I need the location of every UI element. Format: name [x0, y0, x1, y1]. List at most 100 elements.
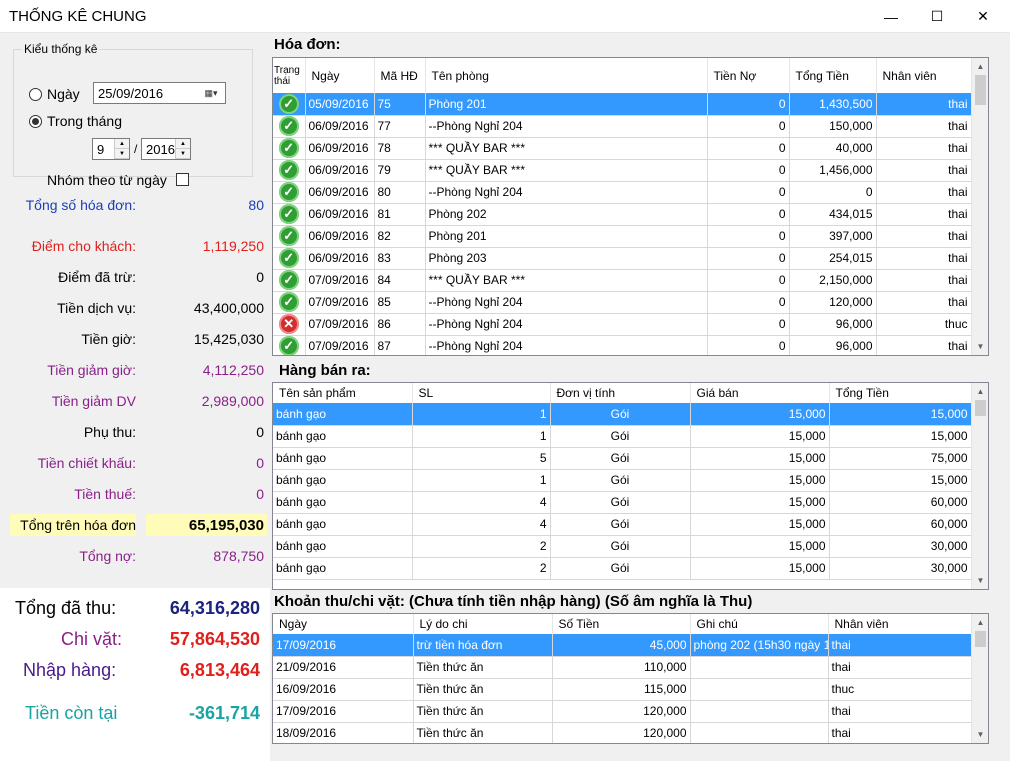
product-row[interactable]: bánh gạo 2 Gói 15,000 30,000 — [273, 535, 972, 558]
invoice-total-cell: 0 — [789, 181, 877, 204]
product-column-header[interactable]: Giá bán — [690, 383, 830, 403]
close-button[interactable]: ✕ — [960, 0, 1006, 33]
scroll-thumb[interactable] — [975, 75, 986, 105]
expense-date-cell: 17/09/2016 — [273, 634, 414, 657]
stat-label: Tổng số hóa đơn: — [25, 197, 136, 213]
invoice-room-cell: --Phòng Nghỉ 204 — [425, 313, 708, 336]
invoice-status-cell: ✓ — [273, 137, 306, 160]
check-circle-icon: ✓ — [278, 248, 299, 268]
scroll-thumb[interactable] — [975, 400, 986, 416]
product-column-header[interactable]: SL — [412, 383, 551, 403]
invoice-row[interactable]: ✓ 06/09/2016 80 --Phòng Nghỉ 204 0 0 thai — [273, 181, 972, 204]
product-row[interactable]: bánh gạo 1 Gói 15,000 15,000 — [273, 403, 972, 426]
invoice-row[interactable]: ✓ 07/09/2016 87 --Phòng Nghỉ 204 0 96,000 thai — [273, 335, 972, 355]
product-row[interactable]: bánh gạo 1 Gói 15,000 15,000 — [273, 425, 972, 448]
invoice-status-cell: ✓ — [273, 269, 306, 292]
product-row[interactable]: bánh gạo 5 Gói 15,000 75,000 — [273, 447, 972, 470]
invoice-column-header[interactable]: Mã HĐ — [374, 58, 426, 93]
stat-label: Tiền dịch vụ: — [57, 300, 136, 316]
invoice-row[interactable]: ✓ 07/09/2016 85 --Phòng Nghỉ 204 0 120,000 tha… — [273, 291, 972, 314]
expense-column-header[interactable]: Lý do chi — [413, 614, 553, 634]
invoice-row[interactable]: ✕ 07/09/2016 86 --Phòng Nghỉ 204 0 96,000 thuc — [273, 313, 972, 336]
product-qty-cell: 4 — [412, 491, 551, 514]
product-row[interactable]: bánh gạo 2 Gói 15,000 30,000 — [273, 557, 972, 580]
invoice-column-header[interactable]: Nhân viên — [876, 58, 972, 93]
expenses-scrollbar[interactable]: ▲ ▼ — [971, 614, 988, 743]
invoice-id-cell: 81 — [374, 203, 426, 226]
group-by-day-checkbox[interactable] — [176, 173, 189, 186]
expense-reason-cell: Tiền thức ăn — [413, 656, 553, 679]
invoice-row[interactable]: ✓ 06/09/2016 78 *** QUẦY BAR *** 0 40,000 thai — [273, 137, 972, 160]
product-column-header[interactable]: Đơn vị tính — [550, 383, 691, 403]
expense-amount-cell: 120,000 — [552, 700, 691, 723]
expense-row[interactable]: 16/09/2016 Tiền thức ăn 115,000 thuc — [273, 678, 972, 701]
invoice-row[interactable]: ✓ 05/09/2016 75 Phòng 201 0 1,430,500 thai — [273, 93, 972, 116]
invoice-row[interactable]: ✓ 06/09/2016 82 Phòng 201 0 397,000 thai — [273, 225, 972, 248]
invoice-column-header[interactable]: Tổng Tiền — [789, 58, 877, 93]
year-spinner[interactable]: 2016 ▲ ▼ — [141, 138, 191, 160]
expense-column-header[interactable]: Ngày — [273, 614, 414, 634]
product-row[interactable]: bánh gạo 4 Gói 15,000 60,000 — [273, 513, 972, 536]
stat-label: Tiền giảm giờ: — [47, 362, 136, 378]
product-unit-cell: Gói — [550, 557, 691, 580]
day-radio[interactable] — [29, 88, 42, 101]
month-spinner-arrows[interactable]: ▲ ▼ — [114, 139, 129, 159]
product-column-header[interactable]: Tổng Tiền — [829, 383, 972, 403]
product-row[interactable]: bánh gạo 1 Gói 15,000 15,000 — [273, 469, 972, 492]
invoice-row[interactable]: ✓ 06/09/2016 83 Phòng 203 0 254,015 thai — [273, 247, 972, 270]
scroll-down-icon[interactable]: ▼ — [972, 338, 988, 355]
scroll-up-icon[interactable]: ▲ — [972, 614, 988, 631]
expense-row[interactable]: 17/09/2016 Tiền thức ăn 120,000 thai — [273, 700, 972, 723]
month-spinner[interactable]: 9 ▲ ▼ — [92, 138, 130, 160]
expense-column-header[interactable]: Số Tiền — [552, 614, 691, 634]
expense-row[interactable]: 18/09/2016 Tiền thức ăn 120,000 thai — [273, 722, 972, 743]
expense-staff-cell: thai — [828, 722, 972, 743]
invoices-scrollbar[interactable]: ▲ ▼ — [971, 58, 988, 355]
day-date-picker[interactable]: 25/09/2016 ▦▾ — [93, 82, 226, 104]
stat-value: 878,750 — [213, 548, 264, 564]
expense-reason-cell: Tiền thức ăn — [413, 722, 553, 743]
expense-row[interactable]: 21/09/2016 Tiền thức ăn 110,000 thai — [273, 656, 972, 679]
invoice-row[interactable]: ✓ 06/09/2016 77 --Phòng Nghỉ 204 0 150,000 tha… — [273, 115, 972, 138]
invoice-total-cell: 40,000 — [789, 137, 877, 160]
invoice-date-cell: 07/09/2016 — [305, 291, 375, 314]
products-grid[interactable]: Tên sản phẩm SL Đơn vị tính Giá bán Tổng Tiề… — [272, 382, 989, 590]
product-row[interactable]: bánh gạo 4 Gói 15,000 60,000 — [273, 491, 972, 514]
invoice-room-cell: --Phòng Nghỉ 204 — [425, 291, 708, 314]
invoice-column-header[interactable]: Tên phòng — [425, 58, 708, 93]
year-spinner-arrows[interactable]: ▲ ▼ — [175, 139, 190, 159]
product-column-header[interactable]: Tên sản phẩm — [273, 383, 413, 403]
maximize-button[interactable]: ☐ — [914, 0, 960, 33]
invoice-total-cell: 254,015 — [789, 247, 877, 270]
calendar-dropdown-icon[interactable]: ▦▾ — [199, 86, 223, 100]
products-scrollbar[interactable]: ▲ ▼ — [971, 383, 988, 589]
invoice-id-cell: 84 — [374, 269, 426, 292]
invoice-debt-cell: 0 — [707, 269, 790, 292]
invoice-row[interactable]: ✓ 07/09/2016 84 *** QUẦY BAR *** 0 2,150,000 t… — [273, 269, 972, 292]
expense-amount-cell: 115,000 — [552, 678, 691, 701]
total-label: Tiền còn tại — [25, 703, 118, 723]
invoice-column-header[interactable]: Ngày — [305, 58, 375, 93]
invoice-row[interactable]: ✓ 06/09/2016 79 *** QUẦY BAR *** 0 1,456,000 t… — [273, 159, 972, 182]
expense-row[interactable]: 17/09/2016 trừ tiền hóa đơn 45,000 phòng 20… — [273, 634, 972, 657]
minimize-button[interactable]: — — [868, 0, 914, 33]
product-total-cell: 15,000 — [829, 425, 972, 448]
invoice-room-cell: --Phòng Nghỉ 204 — [425, 335, 708, 355]
invoice-id-cell: 86 — [374, 313, 426, 336]
expenses-grid[interactable]: Ngày Lý do chi Số Tiền Ghi chú Nhân viên 17/… — [272, 613, 989, 744]
invoice-column-header[interactable]: Trạng thái — [273, 58, 306, 93]
scroll-down-icon[interactable]: ▼ — [972, 726, 988, 743]
scroll-thumb[interactable] — [975, 631, 986, 647]
invoices-grid[interactable]: Trạng thái Ngày Mã HĐ Tên phòng Tiền Nợ Tổng … — [272, 57, 989, 356]
expense-column-header[interactable]: Nhân viên — [828, 614, 972, 634]
total-value: 57,864,530 — [169, 629, 260, 649]
scroll-up-icon[interactable]: ▲ — [972, 58, 988, 75]
invoice-row[interactable]: ✓ 06/09/2016 81 Phòng 202 0 434,015 thai — [273, 203, 972, 226]
expense-column-header[interactable]: Ghi chú — [690, 614, 829, 634]
scroll-up-icon[interactable]: ▲ — [972, 383, 988, 400]
invoice-column-header[interactable]: Tiền Nợ — [707, 58, 790, 93]
month-radio[interactable] — [29, 115, 42, 128]
scroll-down-icon[interactable]: ▼ — [972, 572, 988, 589]
check-circle-icon: ✓ — [278, 336, 299, 355]
expense-date-cell: 16/09/2016 — [273, 678, 414, 701]
